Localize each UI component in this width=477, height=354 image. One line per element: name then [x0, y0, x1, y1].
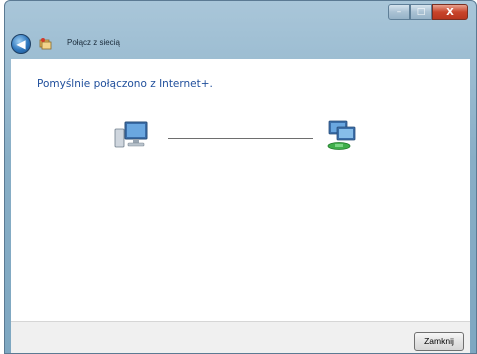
wizard-title: Połącz z siecią: [67, 38, 120, 47]
network-icon: [327, 120, 356, 150]
computer-icon: [114, 121, 148, 148]
dialog-window: – □ X ◀ Połącz z siecią Pomyślnie połącz…: [4, 0, 477, 354]
title-bar: – □ X ◀ Połącz z siecią: [5, 1, 476, 59]
back-arrow-icon[interactable]: ◀: [11, 34, 31, 54]
maximize-button[interactable]: □: [410, 4, 432, 20]
caption-buttons: – □ X: [388, 4, 468, 20]
minimize-button[interactable]: –: [388, 4, 410, 20]
content-area: Pomyślnie połączono z Internet+.: [11, 59, 470, 321]
connection-line: [168, 138, 313, 139]
success-heading: Pomyślnie połączono z Internet+.: [37, 78, 213, 90]
button-bar: Zamknij: [11, 321, 470, 353]
network-wizard-icon: [39, 38, 52, 50]
close-button[interactable]: Zamknij: [414, 332, 464, 351]
close-window-button[interactable]: X: [432, 4, 468, 20]
